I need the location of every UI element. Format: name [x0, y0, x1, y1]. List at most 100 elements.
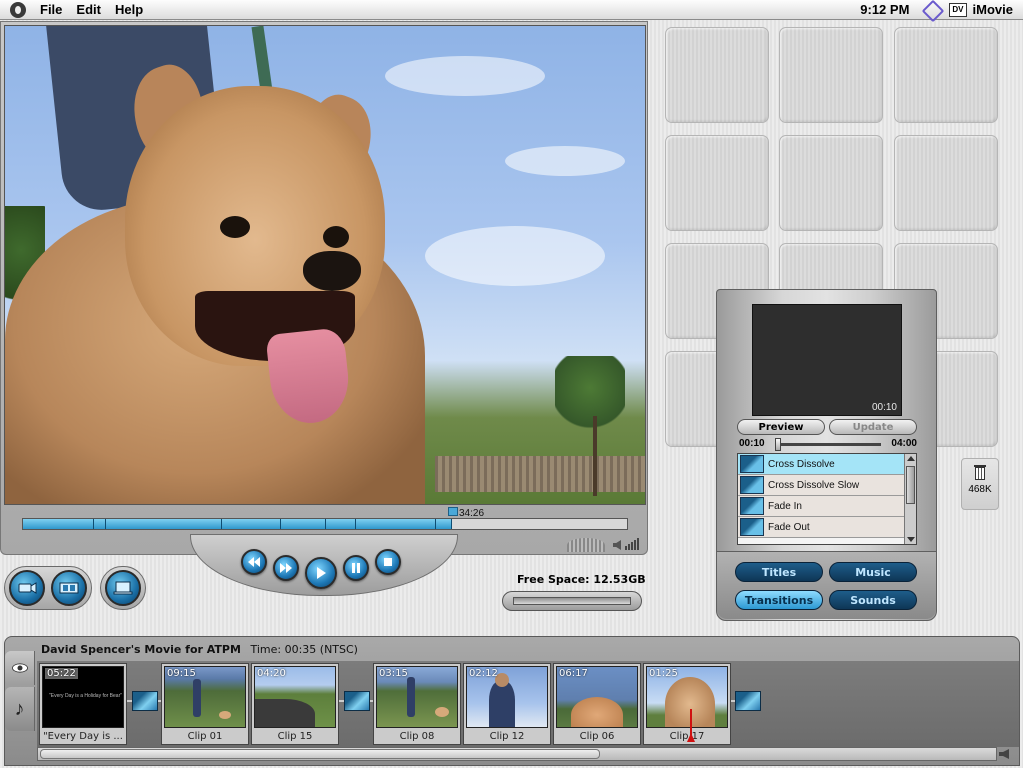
- pause-icon: [352, 563, 360, 573]
- clip-viewer-toggle: [100, 566, 146, 610]
- transition-icon[interactable]: [735, 691, 761, 711]
- scrubber-clip-divider: [355, 519, 356, 529]
- transitions-scrollbar[interactable]: [904, 454, 916, 544]
- menu-edit[interactable]: Edit: [76, 2, 101, 17]
- clip-image: 02:12: [466, 666, 548, 728]
- edit-mode-button[interactable]: [51, 570, 87, 606]
- transition-icon[interactable]: [132, 691, 158, 711]
- scroll-down-icon[interactable]: [907, 537, 915, 542]
- dog-shape: [571, 697, 623, 727]
- rewind-button[interactable]: [241, 549, 267, 575]
- dog-eye-shape: [323, 226, 349, 248]
- shelf-slot[interactable]: [894, 27, 998, 123]
- apple-menu-icon[interactable]: [10, 1, 26, 18]
- scroll-up-icon[interactable]: [907, 456, 915, 461]
- music-note-icon: ♪: [14, 697, 25, 720]
- clip-image: 03:15: [376, 666, 458, 728]
- playhead-handle[interactable]: [448, 507, 458, 516]
- preview-time: 00:10: [871, 402, 897, 413]
- scrubber-bar[interactable]: [22, 518, 628, 530]
- pause-button[interactable]: [343, 555, 369, 581]
- shelf-slot[interactable]: [779, 135, 883, 231]
- shelf-slot[interactable]: [779, 27, 883, 123]
- clip-thumbnail[interactable]: 05:22 "Every Day is a Holiday for Bear" …: [39, 663, 127, 745]
- camera-mode-button[interactable]: [9, 570, 45, 606]
- stop-button[interactable]: [375, 549, 401, 575]
- clip-label: Clip 06: [579, 731, 615, 742]
- clip-image: 06:17: [556, 666, 638, 728]
- clip-strip: 05:22 "Every Day is a Holiday for Bear" …: [37, 661, 1019, 747]
- shelf-slot[interactable]: [894, 135, 998, 231]
- timeline-playhead[interactable]: [690, 709, 692, 735]
- dog-shape: [219, 711, 231, 719]
- tab-transitions[interactable]: Transitions: [735, 590, 823, 610]
- transition-thumbnail-icon: [740, 518, 764, 536]
- mode-switch: [4, 566, 92, 610]
- clip-thumbnail[interactable]: 02:12 Clip 12: [463, 663, 551, 745]
- tree-shape: [555, 356, 625, 436]
- transition-icon[interactable]: [344, 691, 370, 711]
- scrubber-clip-divider: [221, 519, 222, 529]
- clip-thumbnail[interactable]: 04:20 Clip 15: [251, 663, 339, 745]
- scrubber-clip-divider: [435, 519, 436, 529]
- transition-item[interactable]: Cross Dissolve: [738, 454, 904, 475]
- transport-controls: [190, 534, 458, 596]
- speed-slider-track[interactable]: [775, 443, 881, 446]
- menu-file[interactable]: File: [40, 2, 62, 17]
- transition-item-label: Fade Out: [768, 521, 810, 533]
- menu-help[interactable]: Help: [115, 2, 143, 17]
- fast-forward-button[interactable]: [273, 555, 299, 581]
- clip-thumbnail[interactable]: 09:15 Clip 01: [161, 663, 249, 745]
- scroll-thumb[interactable]: [906, 466, 915, 504]
- timeline-view-button[interactable]: [105, 570, 141, 606]
- person-shape: [407, 677, 415, 717]
- timeline-scroll-thumb[interactable]: [40, 749, 600, 759]
- timeline-scrollbar[interactable]: [37, 747, 997, 761]
- monitor-window: 34:26: [0, 21, 648, 555]
- tab-music[interactable]: Music: [829, 562, 917, 582]
- speed-slider-thumb[interactable]: [775, 438, 781, 451]
- scrubber-clip-divider: [105, 519, 106, 529]
- clip-thumbnail[interactable]: 06:17 Clip 06: [553, 663, 641, 745]
- transition-item-label: Fade In: [768, 500, 802, 512]
- fence-shape: [435, 456, 645, 492]
- update-button[interactable]: Update: [829, 419, 917, 435]
- movie-title: David Spencer's Movie for ATPM: [41, 643, 241, 656]
- applescript-icon[interactable]: [923, 2, 941, 18]
- speed-max-label: 04:00: [891, 438, 917, 449]
- free-space-meter: [502, 591, 642, 611]
- clip-viewer-tab[interactable]: [5, 651, 35, 685]
- volume-icon[interactable]: [613, 538, 643, 552]
- film-icon: [59, 582, 79, 594]
- clip-label: "Every Day is ...: [43, 731, 123, 742]
- timeline-volume-icon[interactable]: [997, 747, 1013, 761]
- timeline-viewer-tab[interactable]: ♪: [5, 687, 35, 731]
- clip-label: Clip 12: [489, 731, 525, 742]
- transitions-list: Cross Dissolve Cross Dissolve Slow Fade …: [737, 453, 917, 545]
- movie-time: Time: 00:35 (NTSC): [250, 643, 358, 656]
- transition-item-label: Cross Dissolve: [768, 458, 835, 470]
- cloud-shape: [425, 226, 605, 286]
- panel-tabs: Titles Music Transitions Sounds: [717, 551, 936, 619]
- shelf-slot[interactable]: [665, 135, 769, 231]
- speed-min-label: 00:10: [739, 438, 765, 449]
- transition-item[interactable]: Cross Dissolve Slow: [738, 475, 904, 496]
- menu-clock[interactable]: 9:12 PM: [860, 2, 909, 17]
- clip-duration: 02:12: [469, 668, 498, 679]
- person-shape: [489, 681, 515, 727]
- trash[interactable]: 468K: [961, 458, 999, 510]
- clip-duration: 04:20: [257, 668, 286, 679]
- clip-thumbnail[interactable]: 03:15 Clip 08: [373, 663, 461, 745]
- tab-titles[interactable]: Titles: [735, 562, 823, 582]
- transition-item[interactable]: Fade In: [738, 496, 904, 517]
- application-menu[interactable]: iMovie: [973, 2, 1013, 17]
- preview-button[interactable]: Preview: [737, 419, 825, 435]
- tab-sounds[interactable]: Sounds: [829, 590, 917, 610]
- timeline-playhead-marker[interactable]: [687, 733, 695, 742]
- clip-image: 05:22 "Every Day is a Holiday for Bear": [42, 666, 124, 728]
- shelf-slot[interactable]: [665, 27, 769, 123]
- effects-panel: 00:10 Preview Update 00:10 04:00 Cross D…: [716, 289, 937, 621]
- play-button[interactable]: [305, 557, 337, 589]
- trash-icon: [974, 465, 986, 480]
- transition-item[interactable]: Fade Out: [738, 517, 904, 538]
